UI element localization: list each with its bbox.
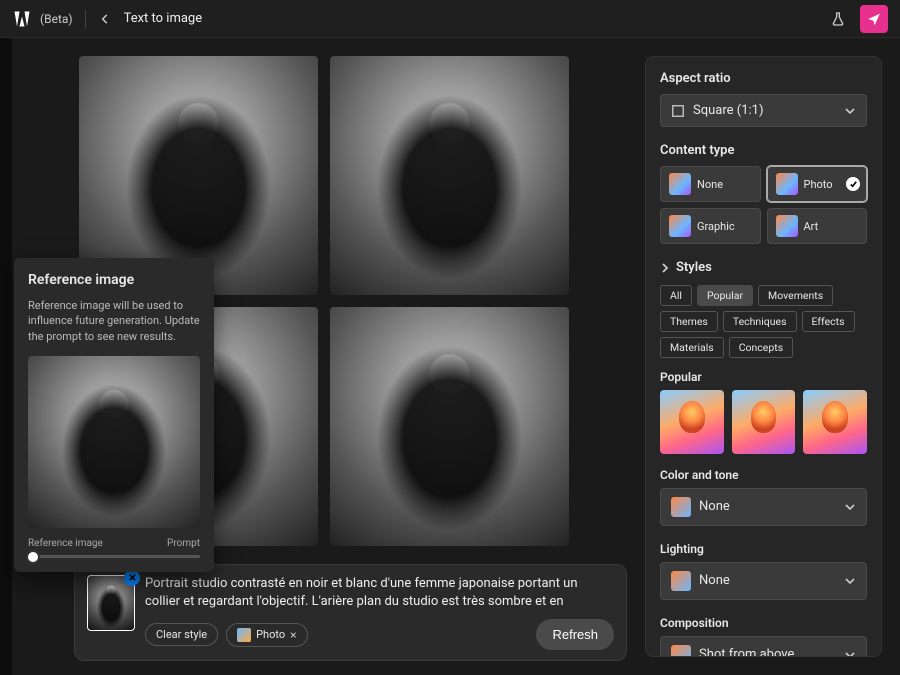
beta-label: (Beta) — [40, 12, 73, 26]
balloon-icon — [671, 645, 691, 657]
style-tile[interactable] — [803, 390, 867, 454]
content-type-none[interactable]: None — [660, 166, 761, 202]
prompt-bar: Portrait studio contrasté en noir et bla… — [74, 564, 627, 661]
content-type-graphic[interactable]: Graphic — [660, 208, 761, 244]
refresh-button[interactable]: Refresh — [536, 619, 614, 650]
lighting-select[interactable]: None — [660, 562, 867, 600]
photo-tag-icon — [237, 628, 251, 642]
balloon-icon — [776, 173, 798, 195]
divider — [85, 10, 86, 28]
balloon-icon — [669, 215, 691, 237]
check-icon — [846, 177, 860, 191]
reference-image-preview[interactable] — [28, 356, 200, 528]
chip-materials[interactable]: Materials — [660, 337, 724, 358]
content-type-grid: None Photo Graphic Art — [660, 166, 867, 244]
balloon-icon — [669, 173, 691, 195]
slider-thumb[interactable] — [26, 550, 40, 564]
slider-label-left: Reference image — [28, 538, 103, 549]
style-chips: All Popular Movements Themes Techniques … — [660, 285, 867, 358]
reference-image-popover: Reference image Reference image will be … — [14, 258, 214, 572]
lab-icon[interactable] — [824, 5, 852, 33]
app-header: (Beta) Text to image — [0, 0, 900, 38]
chip-techniques[interactable]: Techniques — [723, 311, 797, 332]
content-type-art[interactable]: Art — [767, 208, 868, 244]
page-title: Text to image — [124, 11, 203, 26]
chevron-down-icon — [844, 575, 856, 587]
popover-title: Reference image — [28, 272, 200, 288]
left-rail — [0, 38, 12, 675]
popular-label: Popular — [660, 370, 867, 384]
popover-description: Reference image will be used to influenc… — [28, 298, 200, 344]
content-type-label: Content type — [660, 143, 867, 158]
style-tile[interactable] — [732, 390, 796, 454]
send-icon[interactable] — [860, 5, 888, 33]
chevron-right-icon — [660, 263, 670, 273]
color-tone-label: Color and tone — [660, 468, 867, 482]
chevron-down-icon — [844, 501, 856, 513]
popular-styles-row — [660, 390, 867, 454]
influence-slider[interactable] — [28, 555, 200, 558]
content-type-photo[interactable]: Photo — [767, 166, 868, 202]
right-sidebar: Aspect ratio Square (1:1) Content type N… — [635, 38, 900, 675]
chip-concepts[interactable]: Concepts — [729, 337, 793, 358]
composition-select[interactable]: Shot from above — [660, 636, 867, 657]
balloon-icon — [776, 215, 798, 237]
chip-effects[interactable]: Effects — [802, 311, 855, 332]
prompt-reference-thumb[interactable] — [87, 575, 135, 631]
generated-image[interactable] — [330, 307, 569, 546]
center-area: Reference image Reference image will be … — [12, 38, 635, 675]
lighting-label: Lighting — [660, 542, 867, 556]
clear-style-button[interactable]: Clear style — [145, 623, 218, 646]
style-tag-photo[interactable]: Photo × — [226, 623, 307, 647]
style-tile[interactable] — [660, 390, 724, 454]
aspect-ratio-label: Aspect ratio — [660, 71, 867, 86]
aspect-ratio-select[interactable]: Square (1:1) — [660, 94, 867, 127]
slider-label-right: Prompt — [167, 538, 200, 549]
adobe-logo-icon — [12, 9, 32, 29]
chip-themes[interactable]: Themes — [660, 311, 718, 332]
remove-tag-icon[interactable]: × — [290, 628, 296, 642]
composition-label: Composition — [660, 616, 867, 630]
chevron-down-icon — [844, 105, 856, 117]
generated-image[interactable] — [330, 56, 569, 295]
settings-panel: Aspect ratio Square (1:1) Content type N… — [645, 56, 882, 657]
square-icon — [671, 104, 685, 118]
remove-reference-icon[interactable] — [124, 570, 140, 586]
styles-header[interactable]: Styles — [660, 260, 867, 275]
chip-all[interactable]: All — [660, 285, 692, 306]
color-tone-select[interactable]: None — [660, 488, 867, 526]
slider-labels: Reference image Prompt — [28, 538, 200, 549]
back-icon[interactable] — [98, 12, 112, 26]
chip-popular[interactable]: Popular — [697, 285, 753, 306]
chip-movements[interactable]: Movements — [758, 285, 833, 306]
prompt-text[interactable]: Portrait studio contrasté en noir et bla… — [145, 575, 614, 611]
balloon-icon — [671, 571, 691, 591]
chevron-down-icon — [844, 649, 856, 657]
balloon-icon — [671, 497, 691, 517]
